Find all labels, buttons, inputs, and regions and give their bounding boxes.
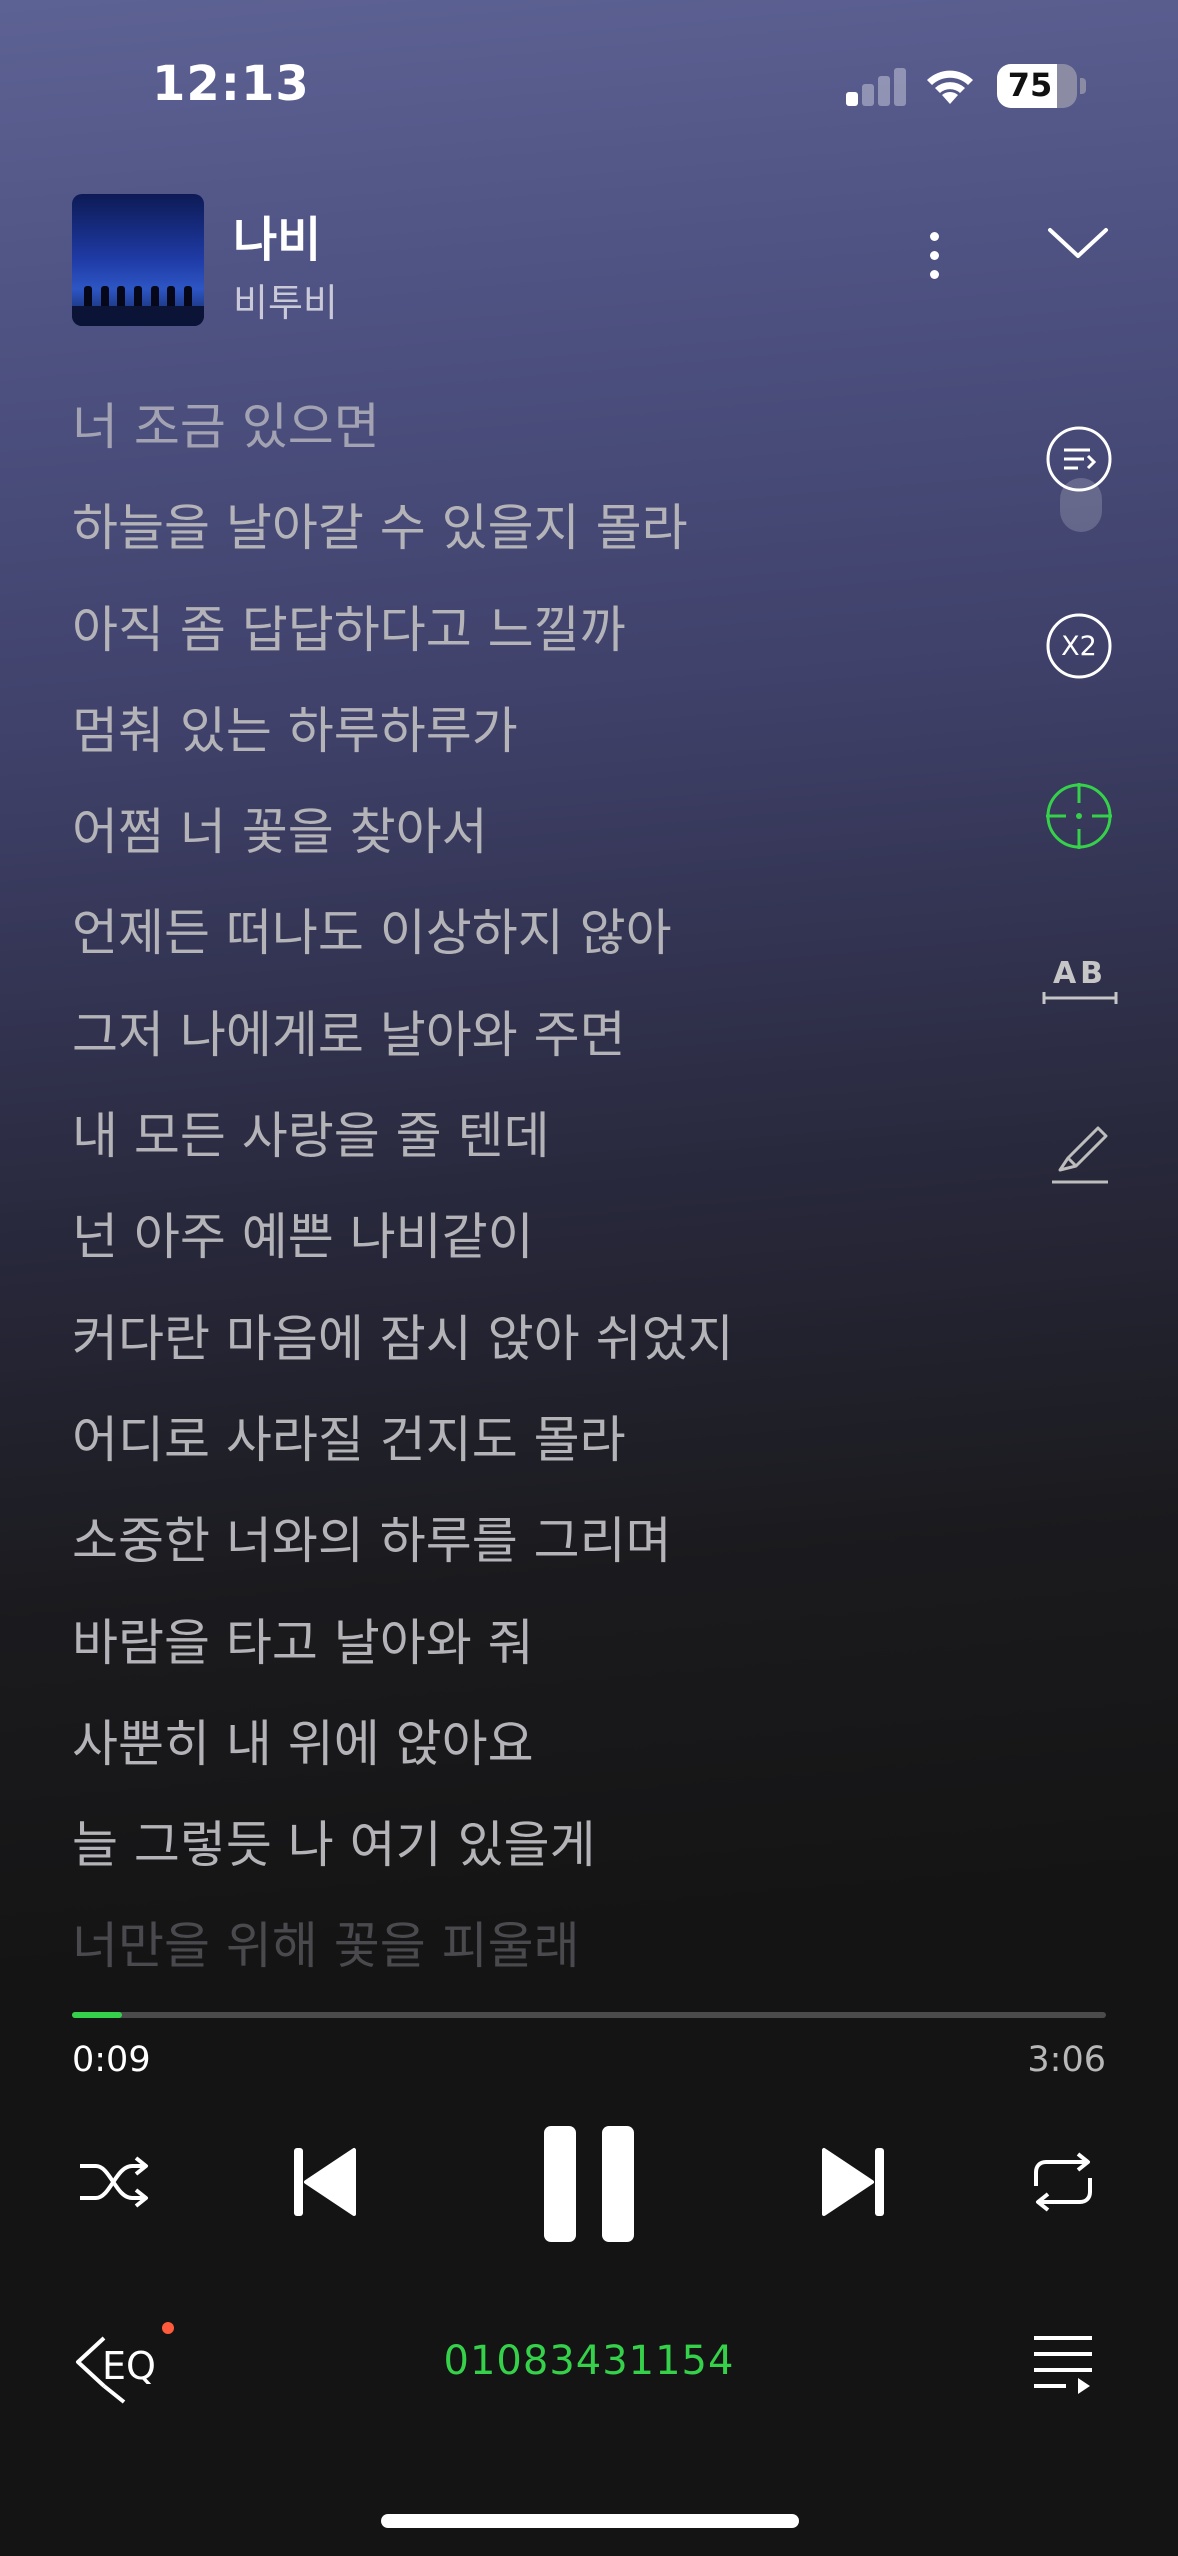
signal-bar	[878, 76, 890, 106]
shuffle-icon[interactable]	[76, 2152, 152, 2212]
signal-bar	[862, 84, 874, 106]
translate-underline	[1042, 992, 1118, 1004]
next-icon[interactable]	[820, 2146, 886, 2218]
translate-ab-icon: AB	[1052, 956, 1108, 991]
lyric-line[interactable]: 바람을 타고 날아와 줘	[72, 1608, 972, 1709]
lyrics-panel[interactable]: 너 조금 있으면 하늘을 날아갈 수 있을지 몰라 아직 좀 답답하다고 느낄까 멈춰…	[72, 392, 972, 1992]
previous-icon[interactable]	[292, 2146, 358, 2218]
lyric-line[interactable]: 커다란 마음에 잠시 앉아 쉬었지	[72, 1304, 972, 1405]
lyric-line[interactable]: 그저 나에게로 날아와 주면	[72, 1000, 972, 1101]
battery-tip	[1080, 78, 1086, 94]
status-time: 12:13	[152, 56, 310, 112]
current-time: 0:09	[72, 2040, 151, 2080]
song-title[interactable]: 나비	[233, 200, 321, 270]
translate-button[interactable]: AB	[1040, 956, 1120, 1006]
repeat-icon[interactable]	[1028, 2150, 1098, 2214]
lyric-line[interactable]: 소중한 너와의 하루를 그리며	[72, 1506, 972, 1607]
highlighter-icon[interactable]	[1046, 1118, 1116, 1188]
status-bar: 12:13 75	[0, 0, 1178, 170]
speed-x2-button[interactable]: X2	[1044, 611, 1114, 681]
album-art[interactable]	[72, 194, 204, 326]
lyric-line[interactable]: 넌 아주 예쁜 나비같이	[72, 1202, 972, 1303]
lyric-line[interactable]: 내 모든 사랑을 줄 텐데	[72, 1101, 972, 1202]
artist-name[interactable]: 비투비	[233, 272, 338, 327]
chevron-down-icon[interactable]	[1044, 224, 1112, 264]
speed-label: X2	[1061, 631, 1097, 662]
battery-percent: 75	[1007, 66, 1053, 104]
lyrics-list-icon[interactable]	[1044, 424, 1114, 494]
player-header: 나비 비투비	[0, 190, 1178, 340]
pause-icon[interactable]	[542, 2124, 636, 2244]
playlist-icon[interactable]	[1030, 2330, 1096, 2396]
lyric-line[interactable]: 늘 그렇듯 나 여기 있을게	[72, 1810, 972, 1911]
lyric-line[interactable]: 어디로 사라질 건지도 몰라	[72, 1405, 972, 1506]
total-time: 3:06	[1027, 2040, 1106, 2080]
device-id[interactable]: 01083431154	[0, 2338, 1178, 2384]
cellular-signal-icon	[846, 64, 906, 106]
lyric-line[interactable]: 너 조금 있으면	[72, 392, 972, 493]
lyric-line[interactable]: 언제든 떠나도 이상하지 않아	[72, 898, 972, 999]
signal-bar	[846, 92, 858, 106]
signal-bar	[894, 68, 906, 106]
progress-bar[interactable]	[72, 2012, 1106, 2018]
lyric-line[interactable]: 아직 좀 답답하다고 느낄까	[72, 595, 972, 696]
more-options-icon[interactable]	[912, 220, 956, 290]
home-indicator[interactable]	[381, 2514, 799, 2528]
notification-dot	[162, 2322, 174, 2334]
playback-controls	[0, 2110, 1178, 2260]
battery-icon: 75	[997, 64, 1077, 108]
wifi-icon	[927, 70, 973, 104]
crosshair-icon[interactable]	[1044, 781, 1114, 851]
progress-played	[72, 2012, 122, 2018]
lyric-line[interactable]: 너만을 위해 꽃을 피울래	[72, 1911, 972, 1992]
lyric-line[interactable]: 사뿐히 내 위에 앉아요	[72, 1709, 972, 1810]
lyric-line[interactable]: 하늘을 날아갈 수 있을지 몰라	[72, 493, 972, 594]
lyric-line[interactable]: 어쩜 너 꽃을 찾아서	[72, 797, 972, 898]
lyric-line[interactable]: 멈춰 있는 하루하루가	[72, 696, 972, 797]
